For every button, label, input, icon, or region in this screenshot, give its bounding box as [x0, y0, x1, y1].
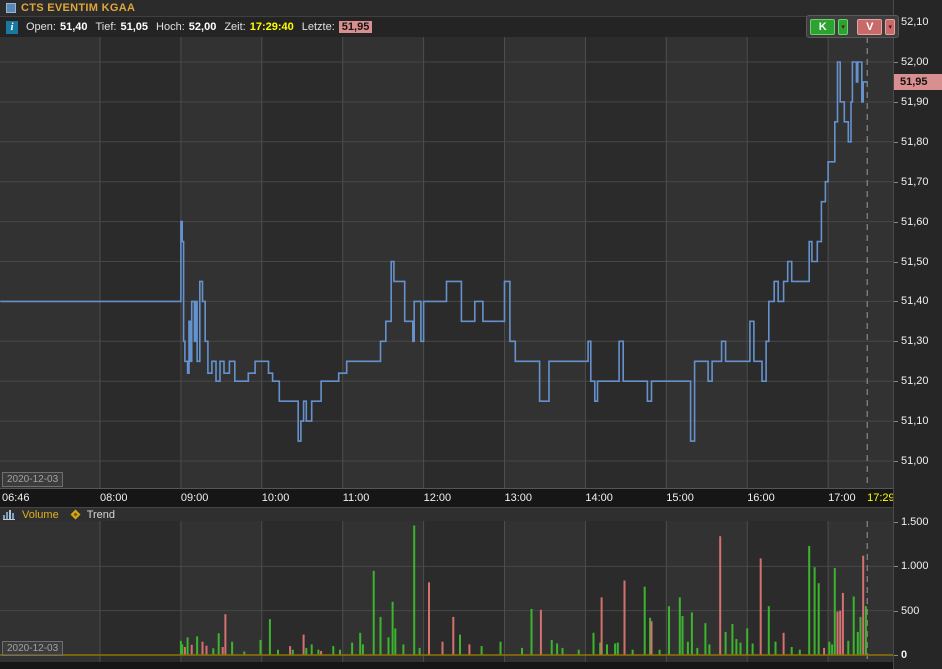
- trade-button-panel: K ▾ V ▾: [806, 15, 899, 38]
- chart-date-label: 2020-12-03: [2, 472, 63, 487]
- axis-tick-label: 51,80: [901, 135, 929, 149]
- trend-legend-label[interactable]: Trend: [87, 509, 115, 521]
- time-axis-label: 13:00: [505, 492, 533, 504]
- time-axis-label: 17:00: [828, 492, 856, 504]
- quote-info-bar: i Open:51,40 Tief:51,05 Hoch:52,00 Zeit:17:…: [0, 17, 893, 37]
- time-axis-label: 11:00: [343, 492, 370, 504]
- time-axis: 06:46 08:00 09:00 10:00 11:00 12:00 13:00 14:00…: [0, 488, 893, 507]
- axis-tick-label: 52,00: [901, 55, 929, 69]
- title-bar: CTS EVENTIM KGAA: [0, 0, 893, 17]
- axis-tick-mark: [894, 381, 898, 382]
- trend-diamond-icon: [70, 510, 80, 520]
- trading-chart-window: CTS EVENTIM KGAA i Open:51,40 Tief:51,05 H…: [0, 0, 942, 669]
- price-chart-plot[interactable]: [0, 37, 893, 488]
- volume-legend-icon: [2, 509, 17, 521]
- axis-tick-mark: [894, 566, 898, 567]
- sell-dropdown-icon[interactable]: ▾: [885, 19, 895, 35]
- volume-legend-label[interactable]: Volume: [22, 509, 59, 521]
- volume-date-label: 2020-12-03: [2, 641, 63, 656]
- quote-field: Hoch:52,00: [156, 21, 216, 33]
- axis-tick-label: 51,60: [901, 215, 929, 229]
- volume-panel-header: Volume Trend: [0, 507, 893, 521]
- buy-dropdown-icon[interactable]: ▾: [838, 19, 848, 35]
- quote-values: Open:51,40 Tief:51,05 Hoch:52,00 Zeit:17:29…: [26, 21, 380, 33]
- axis-tick-label: 51,30: [901, 334, 929, 348]
- axis-tick-mark: [894, 62, 898, 63]
- time-axis-label: 06:46: [2, 492, 30, 504]
- volume-chart-svg: [0, 521, 893, 662]
- axis-tick-mark: [894, 222, 898, 223]
- axis-tick-mark: [894, 461, 898, 462]
- time-axis-label: 16:00: [747, 492, 775, 504]
- axis-tick-label: 51,10: [901, 414, 929, 428]
- axis-tick-label: 52,10: [901, 15, 929, 29]
- axis-tick-label: 1.500: [901, 515, 929, 529]
- axis-tick-mark: [894, 341, 898, 342]
- axis-tick-label: 0: [901, 648, 907, 662]
- buy-button[interactable]: K: [810, 19, 835, 35]
- axis-tick-mark: [894, 142, 898, 143]
- axis-tick-mark: [894, 655, 898, 656]
- time-axis-label: 08:00: [100, 492, 128, 504]
- axis-tick-label: 51,50: [901, 255, 929, 269]
- quote-field: Zeit:17:29:40: [224, 21, 293, 33]
- axis-tick-mark: [894, 301, 898, 302]
- time-axis-label: 10:00: [262, 492, 290, 504]
- axis-tick-label: 51,20: [901, 374, 929, 388]
- volume-chart-plot[interactable]: [0, 521, 893, 662]
- quote-field: Letzte:51,95: [302, 21, 373, 33]
- sell-button[interactable]: V: [857, 19, 882, 35]
- axis-tick-label: 51,70: [901, 175, 929, 189]
- axis-tick-label: 51,90: [901, 95, 929, 109]
- axis-tick-mark: [894, 522, 898, 523]
- axis-tick-label: 500: [901, 604, 919, 618]
- axis-tick-mark: [894, 102, 898, 103]
- price-chart-svg: [0, 37, 893, 488]
- window-icon: [6, 3, 16, 13]
- time-axis-label: 12:00: [424, 492, 452, 504]
- bottom-strip: [0, 662, 893, 669]
- axis-tick-mark: [894, 262, 898, 263]
- info-icon[interactable]: i: [6, 21, 18, 34]
- quote-field: Open:51,40: [26, 21, 88, 33]
- axis-tick-mark: [894, 182, 898, 183]
- instrument-title: CTS EVENTIM KGAA: [21, 2, 135, 14]
- time-axis-label: 09:00: [181, 492, 209, 504]
- axis-tick-mark: [894, 611, 898, 612]
- time-axis-label: 15:00: [666, 492, 694, 504]
- price-axis[interactable]: 52,10 52,00 51,90 51,80 51,70 51,60 51,50 51,40…: [893, 0, 942, 669]
- quote-field: Tief:51,05: [96, 21, 149, 33]
- axis-tick-label: 1.000: [901, 559, 929, 573]
- axis-tick-label: 51,00: [901, 454, 929, 468]
- axis-tick-mark: [894, 421, 898, 422]
- last-price-tag: 51,95: [894, 74, 942, 90]
- time-axis-label: 14:00: [585, 492, 613, 504]
- axis-tick-label: 51,40: [901, 294, 929, 308]
